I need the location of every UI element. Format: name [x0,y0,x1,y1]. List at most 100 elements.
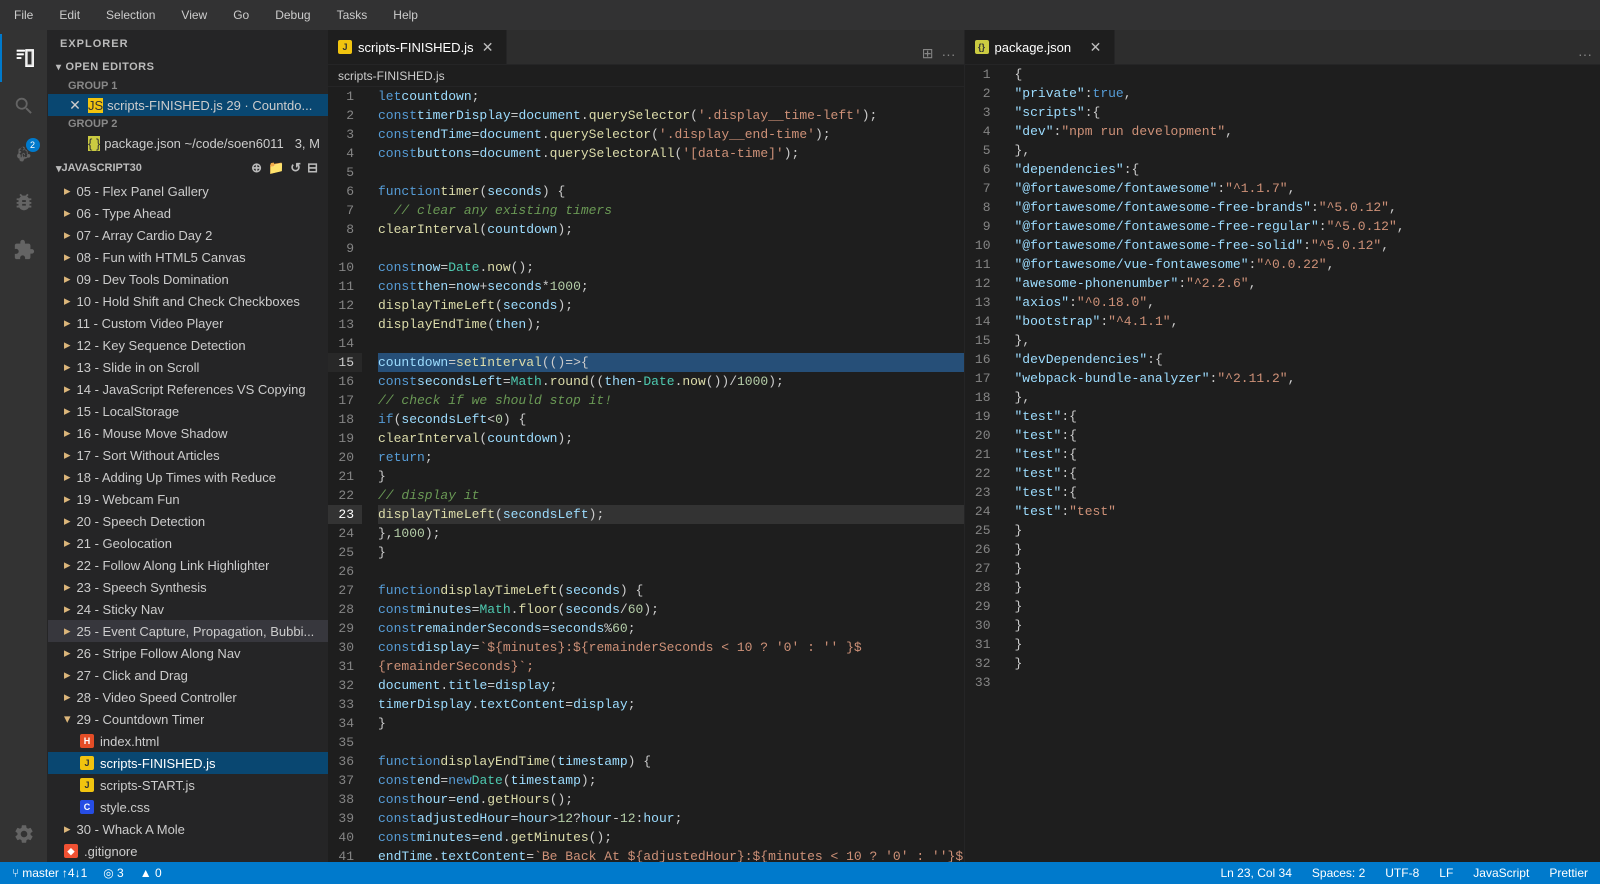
file-badge: 3, M [295,136,320,151]
tree-item-22[interactable]: ▸ 22 - Follow Along Link Highlighter [48,554,328,576]
tree-item-13[interactable]: ▸ 13 - Slide in on Scroll [48,356,328,378]
tab-close-left[interactable]: ✕ [480,39,496,56]
language-item[interactable]: JavaScript [1469,862,1533,884]
close-editor-icon-2[interactable]: ✕ [68,135,82,152]
menu-help[interactable]: Help [389,6,422,24]
menu-view[interactable]: View [177,6,211,24]
js-icon-finished: J [80,756,94,770]
tree-item-10[interactable]: ▸ 10 - Hold Shift and Check Checkboxes [48,290,328,312]
tree-item-12[interactable]: ▸ 12 - Key Sequence Detection [48,334,328,356]
tree-item-20[interactable]: ▸ 20 - Speech Detection [48,510,328,532]
status-bar: ⑂ master ↑4↓1 ◎ 3 ▲ 0 Ln 23, Col 34 Spac… [0,862,1600,884]
code-line-33: timerDisplay.textContent = display; [378,695,964,714]
tree-item-19[interactable]: ▸ 19 - Webcam Fun [48,488,328,510]
errors-item[interactable]: ◎ 3 [99,862,127,884]
open-editors-section[interactable]: ▾ OPEN EDITORS [48,58,328,76]
tree-item-index-html[interactable]: H index.html [48,730,328,752]
tree-item-27[interactable]: ▸ 27 - Click and Drag [48,664,328,686]
code-line-27: function displayTimeLeft(seconds) { [378,581,964,600]
line-ending-text: LF [1439,866,1453,880]
sidebar: EXPLORER ▾ OPEN EDITORS GROUP 1 ✕ JS scr… [48,30,328,862]
left-code-content[interactable]: let countdown; const timerDisplay = docu… [370,87,964,862]
new-file-icon[interactable]: ⊕ [249,159,264,177]
tree-item-05[interactable]: ▸ 05 - Flex Panel Gallery [48,180,328,202]
left-code-editor[interactable]: 1 2 3 4 5 6 7 8 9 10 11 12 13 [328,87,964,862]
search-icon[interactable] [0,82,48,130]
encoding-item[interactable]: UTF-8 [1381,862,1423,884]
tab-package-json[interactable]: {} package.json ✕ [965,30,1115,64]
tree-item-14[interactable]: ▸ 14 - JavaScript References VS Copying [48,378,328,400]
extensions-icon[interactable] [0,226,48,274]
menu-tasks[interactable]: Tasks [333,6,372,24]
tree-item-06[interactable]: ▸ 06 - Type Ahead [48,202,328,224]
tree-item-16[interactable]: ▸ 16 - Mouse Move Shadow [48,422,328,444]
line-col-item[interactable]: Ln 23, Col 34 [1217,862,1296,884]
source-control-icon[interactable]: 2 [0,130,48,178]
left-tab-actions: ⊞ ··· [914,43,964,64]
explorer-icon[interactable] [0,34,48,82]
close-editor-icon[interactable]: ✕ [68,97,82,114]
settings-icon[interactable] [0,810,48,858]
prettier-item[interactable]: Prettier [1545,862,1592,884]
tree-item-08[interactable]: ▸ 08 - Fun with HTML5 Canvas [48,246,328,268]
editor-filename-2: package.json ~/code/soen6011 [104,136,290,151]
line-ending-item[interactable]: LF [1435,862,1457,884]
tree-item-30[interactable]: ▸ 30 - Whack A Mole [48,818,328,840]
code-line-35 [378,733,964,752]
right-code-editor[interactable]: 1 2 3 4 5 6 7 8 9 10 11 12 13 [965,65,1600,862]
menu-bar[interactable]: File Edit Selection View Go Debug Tasks … [10,6,422,24]
tree-item-18[interactable]: ▸ 18 - Adding Up Times with Reduce [48,466,328,488]
tree-item-29[interactable]: ▾ 29 - Countdown Timer [48,708,328,730]
tree-item-15[interactable]: ▸ 15 - LocalStorage [48,400,328,422]
code-line-2: const timerDisplay = document.querySelec… [378,106,964,125]
collapse-icon[interactable]: ⊟ [305,159,320,177]
code-line-13: displayEndTime(then); [378,315,964,334]
folder-icon-20: ▸ [64,513,71,529]
tree-item-scripts-start[interactable]: J scripts-START.js [48,774,328,796]
json-line-23: "test": { [1015,483,1600,502]
tree-item-21[interactable]: ▸ 21 - Geolocation [48,532,328,554]
warnings-count: ▲ 0 [140,866,162,880]
code-line-23: displayTimeLeft(secondsLeft); [378,505,964,524]
git-branch-item[interactable]: ⑂ master ↑4↓1 [8,862,91,884]
tree-item-26[interactable]: ▸ 26 - Stripe Follow Along Nav [48,642,328,664]
menu-selection[interactable]: Selection [102,6,159,24]
tab-scripts-finished[interactable]: J scripts-FINISHED.js ✕ [328,30,507,64]
json-line-31: } [1015,635,1600,654]
tree-item-07[interactable]: ▸ 07 - Array Cardio Day 2 [48,224,328,246]
split-editor-icon[interactable]: ⊞ [920,43,936,64]
breadcrumb-filename[interactable]: scripts-FINISHED.js [338,69,445,83]
tab-close-right[interactable]: ✕ [1088,39,1104,56]
git-branch-name: master [22,866,59,880]
right-code-content[interactable]: { "private": true, "scripts": { "dev": "… [1007,65,1600,862]
menu-edit[interactable]: Edit [55,6,84,24]
tree-item-25[interactable]: ▸ 25 - Event Capture, Propagation, Bubbi… [48,620,328,642]
tree-item-11[interactable]: ▸ 11 - Custom Video Player [48,312,328,334]
group2-label: GROUP 2 [48,116,328,132]
code-line-32: document.title = display; [378,676,964,695]
menu-go[interactable]: Go [229,6,253,24]
json-line-14: "bootstrap": "^4.1.1", [1015,312,1600,331]
debug-icon[interactable] [0,178,48,226]
tree-item-28[interactable]: ▸ 28 - Video Speed Controller [48,686,328,708]
warnings-item[interactable]: ▲ 0 [136,862,166,884]
right-more-actions-icon[interactable]: ··· [1576,44,1594,64]
tree-item-24[interactable]: ▸ 24 - Sticky Nav [48,598,328,620]
editor-filename: scripts-FINISHED.js 29 · Countdo... [107,98,320,113]
tree-item-17[interactable]: ▸ 17 - Sort Without Articles [48,444,328,466]
editor-item-package-json[interactable]: ✕ { } package.json ~/code/soen6011 3, M [48,132,328,154]
tree-item-gitignore[interactable]: ◆ .gitignore [48,840,328,862]
tree-item-style-css[interactable]: C style.css [48,796,328,818]
tree-item-23[interactable]: ▸ 23 - Speech Synthesis [48,576,328,598]
js30-section-header[interactable]: ▾ JAVASCRIPT30 ⊕ 📁 ↺ ⊟ [48,156,328,180]
refresh-icon[interactable]: ↺ [288,159,303,177]
tree-item-09[interactable]: ▸ 09 - Dev Tools Domination [48,268,328,290]
tree-item-scripts-finished[interactable]: J scripts-FINISHED.js [48,752,328,774]
spaces-item[interactable]: Spaces: 2 [1308,862,1369,884]
menu-debug[interactable]: Debug [271,6,314,24]
menu-file[interactable]: File [10,6,37,24]
more-actions-icon[interactable]: ··· [940,44,958,64]
editor-item-scripts-finished[interactable]: ✕ JS scripts-FINISHED.js 29 · Countdo... [48,94,328,116]
code-line-4: const buttons = document.querySelectorAl… [378,144,964,163]
new-folder-icon[interactable]: 📁 [266,159,286,177]
